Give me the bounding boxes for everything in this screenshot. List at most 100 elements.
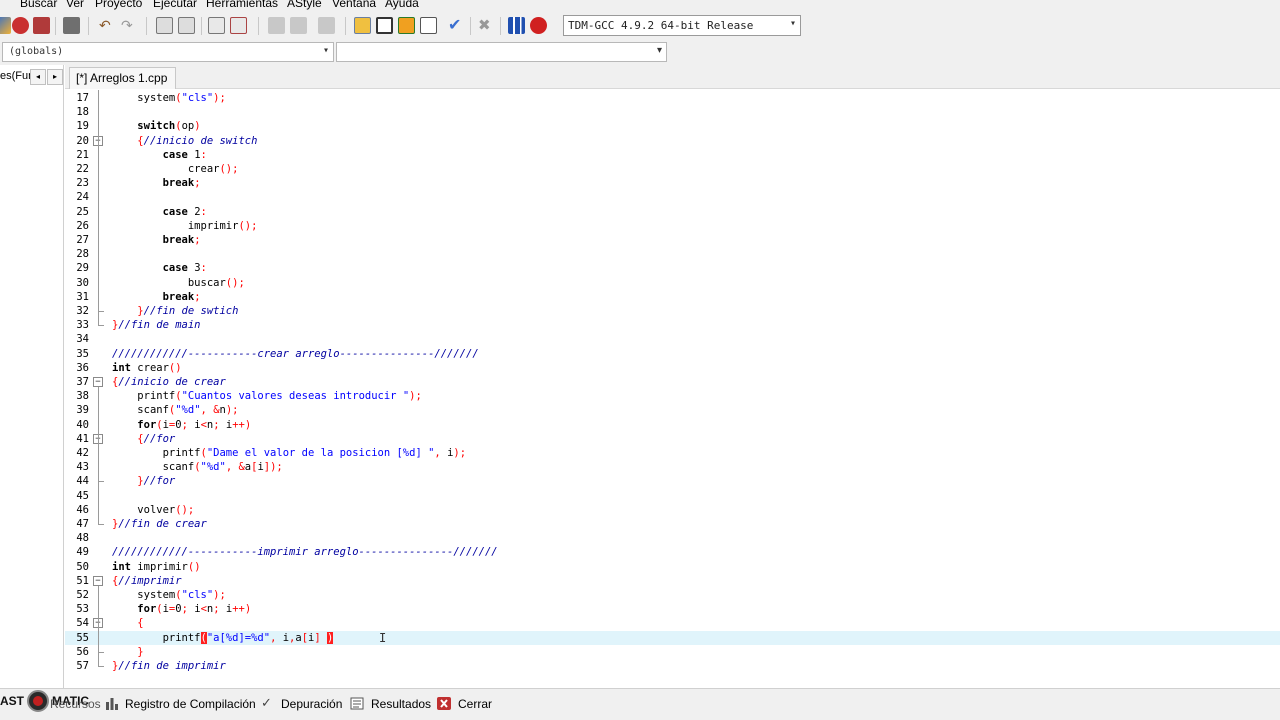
code-line[interactable]: 53 for(i=0; i<n; i++): [65, 602, 1280, 616]
menu-astyle[interactable]: AStyle: [287, 0, 322, 11]
code-line[interactable]: 31 break;: [65, 290, 1280, 304]
code-text: volver();: [137, 503, 195, 516]
prev-tab-button[interactable]: ◂: [30, 69, 46, 85]
code-line[interactable]: 26 imprimir();: [65, 219, 1280, 233]
code-line[interactable]: 19 switch(op): [65, 119, 1280, 133]
menu-buscar[interactable]: Buscar: [20, 0, 57, 11]
delete-icon[interactable]: ✖: [478, 17, 495, 34]
function-select[interactable]: ▾: [336, 42, 667, 62]
window-icon[interactable]: [376, 17, 393, 34]
debug-icon[interactable]: [530, 17, 547, 34]
code-line[interactable]: 43 scanf("%d", &a[i]);: [65, 460, 1280, 474]
code-line[interactable]: 51− {//imprimir: [65, 574, 1280, 588]
code-line[interactable]: 18: [65, 105, 1280, 119]
code-line[interactable]: 38 printf("Cuantos valores deseas introd…: [65, 389, 1280, 403]
code-line[interactable]: 35 ////////////-----------crear arreglo--…: [65, 347, 1280, 361]
code-line[interactable]: 49 ////////////-----------imprimir arregl…: [65, 545, 1280, 559]
menu-proyecto[interactable]: Proyecto: [95, 0, 142, 11]
line-number: 57: [76, 660, 89, 672]
tile-icon[interactable]: [398, 17, 415, 34]
code-line[interactable]: 55 I printf("a[%d]=%d", i,a[i] ): [65, 630, 1280, 645]
tab-registro[interactable]: Registro de Compilación: [125, 697, 256, 711]
line-number: 35: [76, 347, 89, 360]
undo-icon[interactable]: ↶: [99, 17, 116, 34]
grid-icon[interactable]: [354, 17, 371, 34]
code-line[interactable]: 47}//fin de crear: [65, 517, 1280, 531]
code-line[interactable]: 30 buscar();: [65, 276, 1280, 290]
code-line[interactable]: 48: [65, 531, 1280, 545]
next-tab-button[interactable]: ▸: [47, 69, 63, 85]
close-button[interactable]: Cerrar: [458, 697, 492, 711]
fold-toggle-icon[interactable]: −: [93, 377, 103, 387]
compiler-select[interactable]: TDM-GCC 4.9.2 64-bit Release ▾: [563, 15, 801, 36]
fold-guide: [98, 443, 99, 482]
check-icon: ✓: [261, 695, 272, 710]
code-line[interactable]: 40 for(i=0; i<n; i++): [65, 418, 1280, 432]
line-number: 21: [76, 148, 89, 161]
code-line[interactable]: 54− {: [65, 616, 1280, 630]
goto-bookmark-icon[interactable]: [290, 17, 307, 34]
code-line[interactable]: 46 volver();: [65, 503, 1280, 517]
line-number: 30: [76, 276, 89, 289]
code-line[interactable]: 25 case 2:: [65, 205, 1280, 219]
check-icon[interactable]: ✔: [448, 17, 465, 34]
code-text: break;: [162, 290, 201, 303]
menu-ver[interactable]: Ver: [66, 0, 84, 11]
cascade-icon[interactable]: [420, 17, 437, 34]
code-line[interactable]: 52 system("cls");: [65, 588, 1280, 602]
line-number: 46: [76, 503, 89, 516]
code-line[interactable]: 29 case 3:: [65, 261, 1280, 275]
code-line[interactable]: 42 printf("Dame el valor de la posicion …: [65, 446, 1280, 460]
file-tab[interactable]: [*] Arreglos 1.cpp: [69, 67, 177, 89]
tab-recursos[interactable]: Recursos: [50, 697, 101, 711]
code-line[interactable]: 20− {//inicio de switch: [65, 134, 1280, 148]
code-editor[interactable]: 17 system("cls");1819 switch(op)20− {//i…: [65, 90, 1280, 688]
unindent-icon[interactable]: [230, 17, 247, 34]
code-line[interactable]: 24: [65, 190, 1280, 204]
code-line[interactable]: 37− {//inicio de crear: [65, 375, 1280, 389]
code-line[interactable]: 23 break;: [65, 176, 1280, 190]
close-icon: [437, 697, 451, 710]
menu-herramientas[interactable]: Herramientas: [206, 0, 278, 11]
code-line[interactable]: 21 case 1:: [65, 148, 1280, 162]
fold-toggle-icon[interactable]: −: [93, 575, 103, 586]
find-icon[interactable]: [156, 17, 173, 34]
chart-icon[interactable]: [508, 17, 525, 34]
replace-icon[interactable]: [178, 17, 195, 34]
code-line[interactable]: 17 system("cls");: [65, 91, 1280, 105]
tab-resultados[interactable]: Resultados: [371, 697, 431, 711]
compile-icon[interactable]: [12, 17, 29, 34]
line-number: 28: [76, 248, 89, 261]
menu-ventana[interactable]: Ventana: [332, 0, 376, 11]
rebuild-icon[interactable]: [33, 17, 50, 34]
code-text: int imprimir(): [112, 560, 201, 573]
code-line[interactable]: 50 int imprimir(): [65, 560, 1280, 574]
line-number: 33: [76, 319, 89, 332]
code-line[interactable]: 57}//fin de imprimir: [65, 659, 1280, 673]
code-line[interactable]: 34: [65, 332, 1280, 346]
results-icon: [350, 697, 364, 710]
line-number: 34: [76, 333, 89, 346]
line-number: 39: [76, 404, 89, 417]
code-line[interactable]: 44 }//for: [65, 474, 1280, 488]
toggle-icon[interactable]: [318, 17, 335, 34]
code-line[interactable]: 56 }: [65, 645, 1280, 659]
menu-ejecutar[interactable]: Ejecutar: [153, 0, 197, 11]
indent-icon[interactable]: [208, 17, 225, 34]
code-line[interactable]: 39 scanf("%d", &n);: [65, 403, 1280, 417]
code-line[interactable]: 22 crear();: [65, 162, 1280, 176]
menu-ayuda[interactable]: Ayuda: [385, 0, 419, 11]
code-line[interactable]: 41− {//for: [65, 432, 1280, 446]
redo-icon[interactable]: ↷: [121, 17, 138, 34]
code-line[interactable]: 45: [65, 489, 1280, 503]
code-line[interactable]: 36 int crear(): [65, 361, 1280, 375]
code-line[interactable]: 28: [65, 247, 1280, 261]
code-line[interactable]: 33}//fin de main: [65, 318, 1280, 332]
compile-run-icon[interactable]: [0, 17, 11, 34]
globals-select[interactable]: (globals) ▾: [2, 42, 334, 62]
tab-depuracion[interactable]: Depuración: [281, 697, 342, 711]
code-line[interactable]: 32 }//fin de swtich: [65, 304, 1280, 318]
bookmark-icon[interactable]: [268, 17, 285, 34]
code-line[interactable]: 27 break;: [65, 233, 1280, 247]
print-icon[interactable]: [63, 17, 80, 34]
